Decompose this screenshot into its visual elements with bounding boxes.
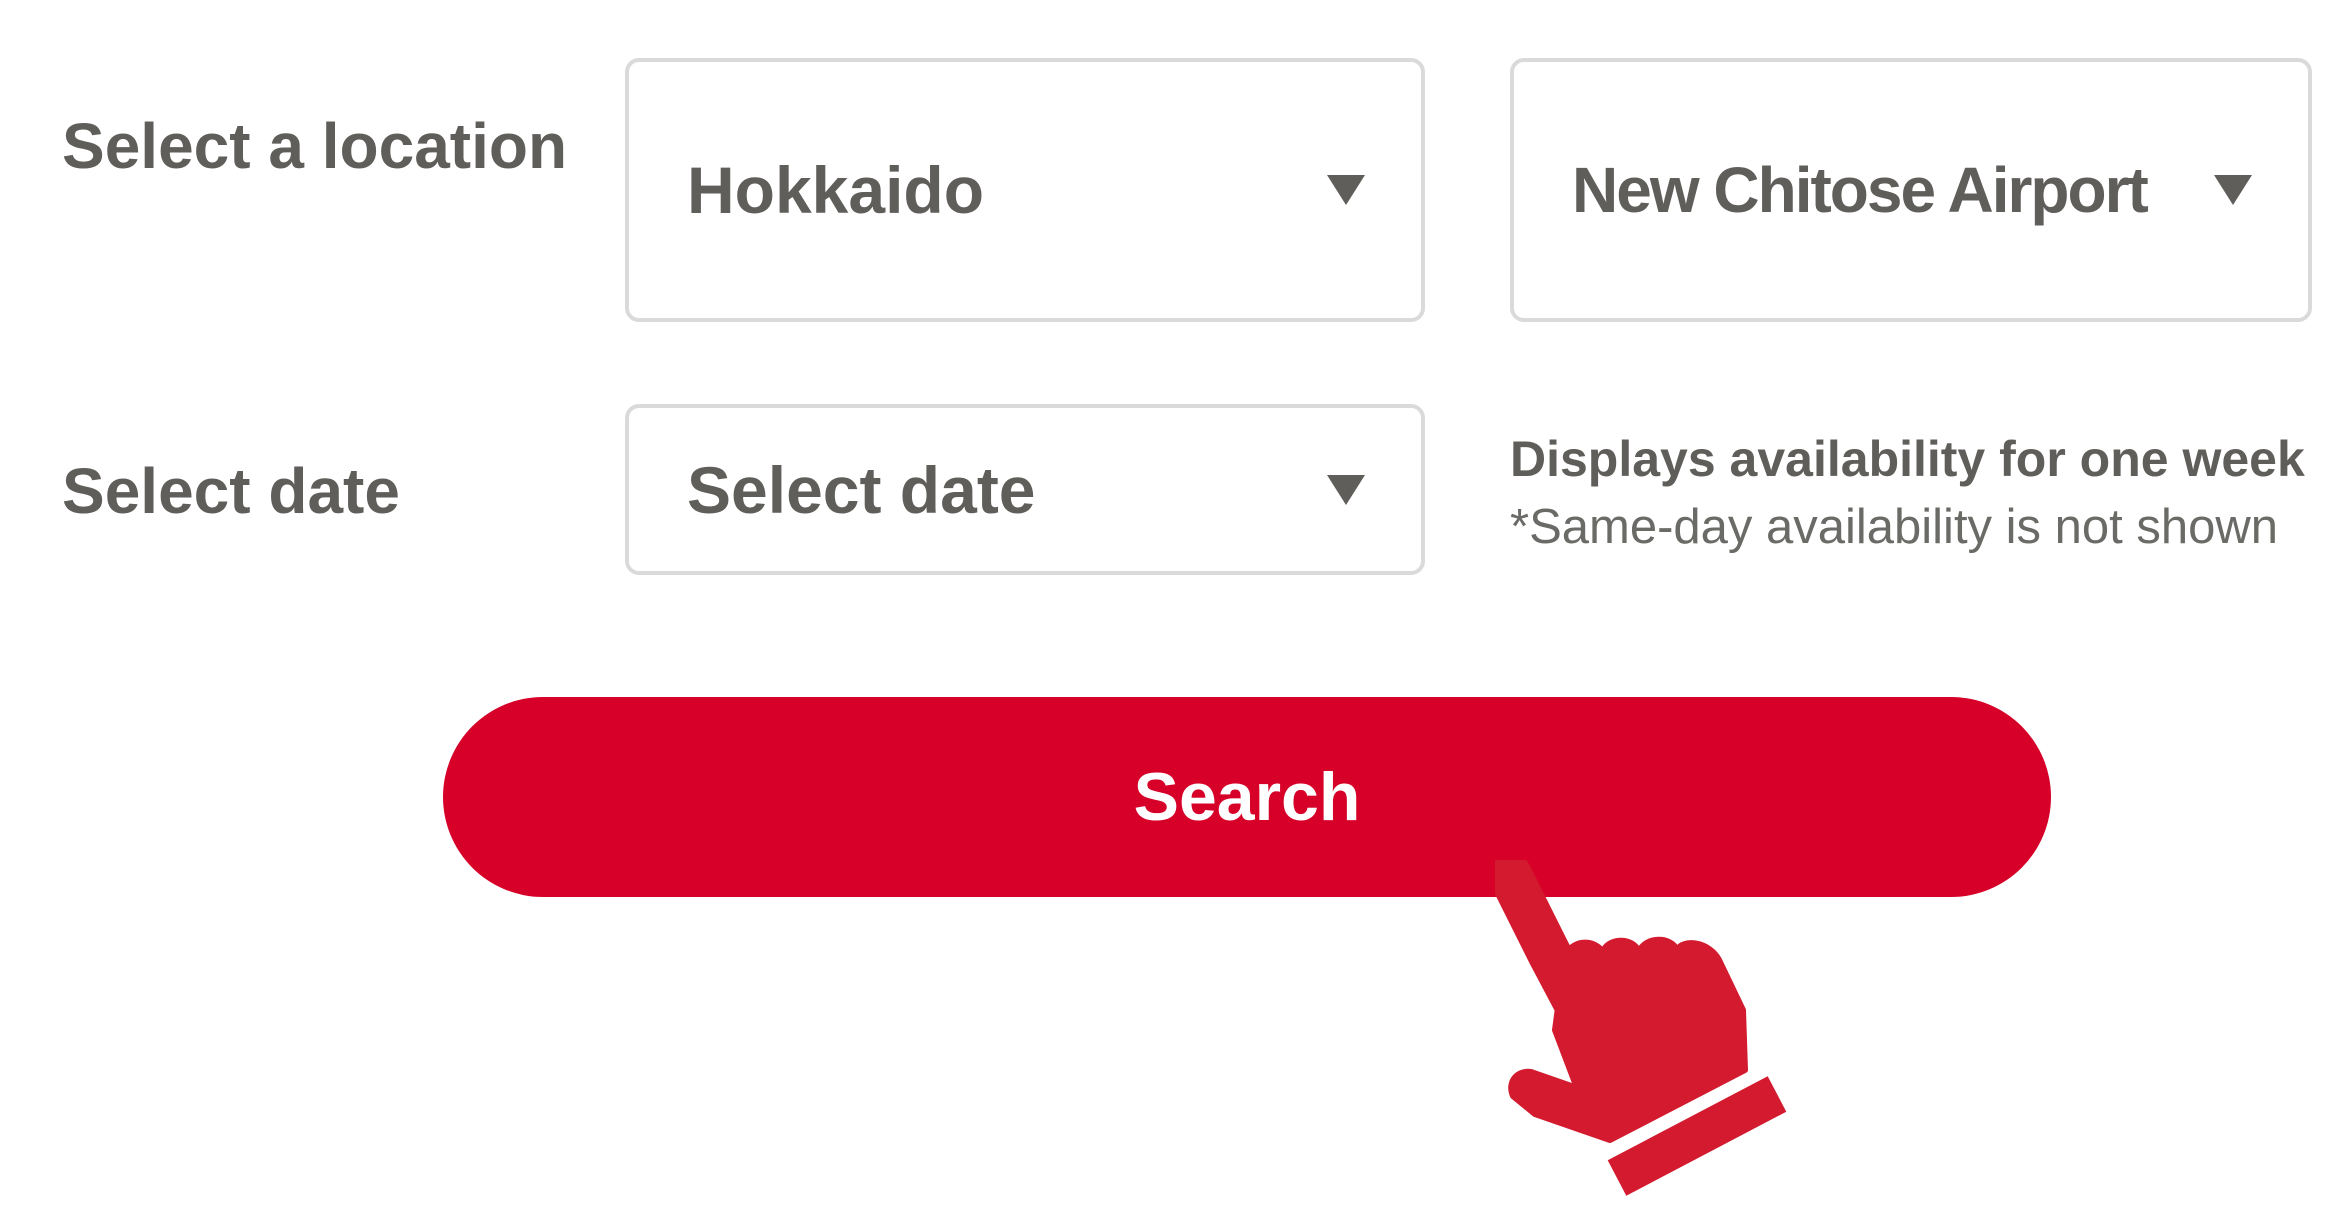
airport-select-value: New Chitose Airport — [1572, 154, 2149, 226]
date-label: Select date — [62, 455, 400, 527]
availability-note-primary: Displays availability for one week — [1510, 431, 2305, 487]
availability-note: Displays availability for one week *Same… — [1510, 425, 2305, 561]
location-label: Select a location — [62, 110, 568, 182]
pointing-hand-icon — [1495, 860, 1787, 1196]
airport-select[interactable]: New Chitose Airport — [1510, 58, 2312, 322]
chevron-down-icon — [1327, 175, 1365, 205]
date-select-value: Select date — [687, 452, 1036, 527]
chevron-down-icon — [2214, 175, 2252, 205]
prefecture-select-value: Hokkaido — [687, 153, 985, 227]
prefecture-select[interactable]: Hokkaido — [625, 58, 1425, 322]
chevron-down-icon — [1327, 474, 1365, 505]
availability-note-secondary: *Same-day availability is not shown — [1510, 500, 2279, 554]
date-select[interactable]: Select date — [625, 404, 1425, 575]
